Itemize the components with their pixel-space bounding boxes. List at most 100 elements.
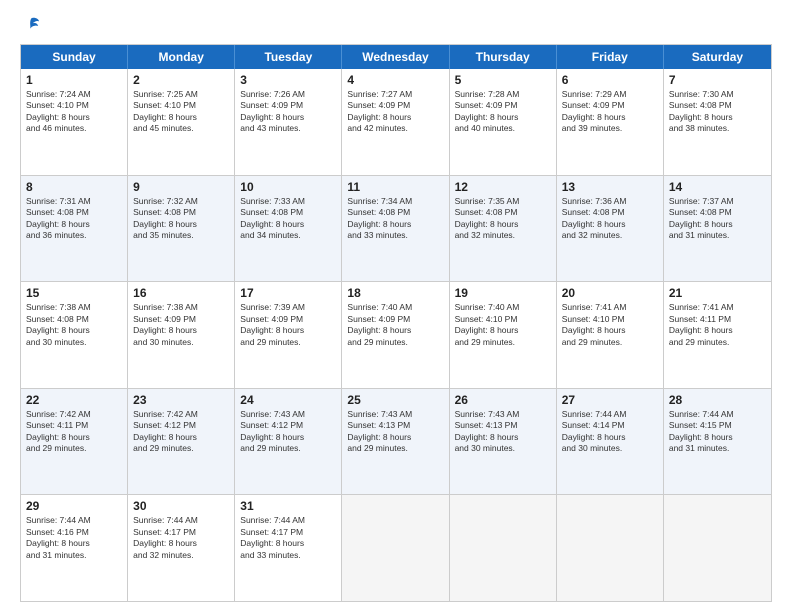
cell-info: Sunrise: 7:36 AMSunset: 4:08 PMDaylight:…: [562, 196, 658, 242]
day-number: 1: [26, 73, 122, 87]
day-number: 17: [240, 286, 336, 300]
calendar-row-1: 1 Sunrise: 7:24 AMSunset: 4:10 PMDaylight…: [21, 69, 771, 176]
day-number: 27: [562, 393, 658, 407]
calendar-cell: 10Sunrise: 7:33 AMSunset: 4:08 PMDayligh…: [235, 176, 342, 282]
header: [20, 16, 772, 34]
day-number: 21: [669, 286, 766, 300]
header-day-saturday: Saturday: [664, 45, 771, 69]
day-number: 22: [26, 393, 122, 407]
cell-info: Sunrise: 7:42 AMSunset: 4:11 PMDaylight:…: [26, 409, 122, 455]
cell-info: Sunrise: 7:37 AMSunset: 4:08 PMDaylight:…: [669, 196, 766, 242]
day-number: 25: [347, 393, 443, 407]
cell-info: Sunrise: 7:44 AMSunset: 4:17 PMDaylight:…: [133, 515, 229, 561]
day-number: 14: [669, 180, 766, 194]
calendar-cell: [664, 495, 771, 601]
day-number: 12: [455, 180, 551, 194]
day-number: 7: [669, 73, 766, 87]
cell-info: Sunrise: 7:27 AMSunset: 4:09 PMDaylight:…: [347, 89, 443, 135]
cell-info: Sunrise: 7:28 AMSunset: 4:09 PMDaylight:…: [455, 89, 551, 135]
calendar-row-3: 15 Sunrise: 7:38 AMSunset: 4:08 PMDayligh…: [21, 282, 771, 389]
calendar-cell: 6 Sunrise: 7:29 AMSunset: 4:09 PMDaylight…: [557, 69, 664, 175]
cell-info: Sunrise: 7:42 AMSunset: 4:12 PMDaylight:…: [133, 409, 229, 455]
calendar-cell: 20 Sunrise: 7:41 AMSunset: 4:10 PMDayligh…: [557, 282, 664, 388]
calendar-cell: 1 Sunrise: 7:24 AMSunset: 4:10 PMDaylight…: [21, 69, 128, 175]
calendar-cell: 15 Sunrise: 7:38 AMSunset: 4:08 PMDayligh…: [21, 282, 128, 388]
cell-info: Sunrise: 7:32 AMSunset: 4:08 PMDaylight:…: [133, 196, 229, 242]
calendar-cell: 12 Sunrise: 7:35 AMSunset: 4:08 PMDayligh…: [450, 176, 557, 282]
day-number: 26: [455, 393, 551, 407]
cell-info: Sunrise: 7:39 AMSunset: 4:09 PMDaylight:…: [240, 302, 336, 348]
calendar-cell: [342, 495, 449, 601]
day-number: 31: [240, 499, 336, 513]
calendar-cell: 17 Sunrise: 7:39 AMSunset: 4:09 PMDayligh…: [235, 282, 342, 388]
day-number: 11: [347, 180, 443, 194]
header-day-tuesday: Tuesday: [235, 45, 342, 69]
logo: [20, 16, 40, 34]
calendar-body: 1 Sunrise: 7:24 AMSunset: 4:10 PMDaylight…: [21, 69, 771, 601]
day-number: 28: [669, 393, 766, 407]
calendar-cell: 22 Sunrise: 7:42 AMSunset: 4:11 PMDayligh…: [21, 389, 128, 495]
calendar: SundayMondayTuesdayWednesdayThursdayFrid…: [20, 44, 772, 602]
calendar-cell: 26 Sunrise: 7:43 AMSunset: 4:13 PMDayligh…: [450, 389, 557, 495]
day-number: 19: [455, 286, 551, 300]
day-number: 8: [26, 180, 122, 194]
calendar-cell: 31 Sunrise: 7:44 AMSunset: 4:17 PMDayligh…: [235, 495, 342, 601]
day-number: 30: [133, 499, 229, 513]
cell-info: Sunrise: 7:44 AMSunset: 4:17 PMDaylight:…: [240, 515, 336, 561]
day-number: 24: [240, 393, 336, 407]
calendar-cell: 16 Sunrise: 7:38 AMSunset: 4:09 PMDayligh…: [128, 282, 235, 388]
header-day-thursday: Thursday: [450, 45, 557, 69]
calendar-cell: 21 Sunrise: 7:41 AMSunset: 4:11 PMDayligh…: [664, 282, 771, 388]
calendar-cell: 14 Sunrise: 7:37 AMSunset: 4:08 PMDayligh…: [664, 176, 771, 282]
day-number: 10: [240, 180, 336, 194]
day-number: 2: [133, 73, 229, 87]
cell-info: Sunrise: 7:44 AMSunset: 4:14 PMDaylight:…: [562, 409, 658, 455]
page: SundayMondayTuesdayWednesdayThursdayFrid…: [0, 0, 792, 612]
cell-info: Sunrise: 7:41 AMSunset: 4:11 PMDaylight:…: [669, 302, 766, 348]
day-number: 4: [347, 73, 443, 87]
calendar-row-2: 8Sunrise: 7:31 AMSunset: 4:08 PMDaylight…: [21, 176, 771, 283]
cell-info: Sunrise: 7:38 AMSunset: 4:09 PMDaylight:…: [133, 302, 229, 348]
day-number: 16: [133, 286, 229, 300]
day-number: 15: [26, 286, 122, 300]
calendar-cell: 27 Sunrise: 7:44 AMSunset: 4:14 PMDayligh…: [557, 389, 664, 495]
cell-info: Sunrise: 7:40 AMSunset: 4:09 PMDaylight:…: [347, 302, 443, 348]
cell-info: Sunrise: 7:35 AMSunset: 4:08 PMDaylight:…: [455, 196, 551, 242]
calendar-cell: 23 Sunrise: 7:42 AMSunset: 4:12 PMDayligh…: [128, 389, 235, 495]
header-day-sunday: Sunday: [21, 45, 128, 69]
cell-info: Sunrise: 7:34 AMSunset: 4:08 PMDaylight:…: [347, 196, 443, 242]
day-number: 9: [133, 180, 229, 194]
calendar-cell: 13 Sunrise: 7:36 AMSunset: 4:08 PMDayligh…: [557, 176, 664, 282]
calendar-cell: [450, 495, 557, 601]
cell-info: Sunrise: 7:26 AMSunset: 4:09 PMDaylight:…: [240, 89, 336, 135]
calendar-cell: 2Sunrise: 7:25 AMSunset: 4:10 PMDaylight…: [128, 69, 235, 175]
calendar-cell: 24 Sunrise: 7:43 AMSunset: 4:12 PMDayligh…: [235, 389, 342, 495]
calendar-cell: 29Sunrise: 7:44 AMSunset: 4:16 PMDayligh…: [21, 495, 128, 601]
day-number: 18: [347, 286, 443, 300]
cell-info: Sunrise: 7:24 AMSunset: 4:10 PMDaylight:…: [26, 89, 122, 135]
header-day-friday: Friday: [557, 45, 664, 69]
day-number: 5: [455, 73, 551, 87]
calendar-cell: 8Sunrise: 7:31 AMSunset: 4:08 PMDaylight…: [21, 176, 128, 282]
calendar-cell: 30 Sunrise: 7:44 AMSunset: 4:17 PMDayligh…: [128, 495, 235, 601]
calendar-row-5: 29Sunrise: 7:44 AMSunset: 4:16 PMDayligh…: [21, 495, 771, 601]
cell-info: Sunrise: 7:41 AMSunset: 4:10 PMDaylight:…: [562, 302, 658, 348]
cell-info: Sunrise: 7:43 AMSunset: 4:12 PMDaylight:…: [240, 409, 336, 455]
cell-info: Sunrise: 7:29 AMSunset: 4:09 PMDaylight:…: [562, 89, 658, 135]
day-number: 20: [562, 286, 658, 300]
calendar-cell: 25Sunrise: 7:43 AMSunset: 4:13 PMDayligh…: [342, 389, 449, 495]
cell-info: Sunrise: 7:38 AMSunset: 4:08 PMDaylight:…: [26, 302, 122, 348]
calendar-cell: 11 Sunrise: 7:34 AMSunset: 4:08 PMDayligh…: [342, 176, 449, 282]
calendar-cell: [557, 495, 664, 601]
day-number: 13: [562, 180, 658, 194]
day-number: 3: [240, 73, 336, 87]
calendar-cell: 7Sunrise: 7:30 AMSunset: 4:08 PMDaylight…: [664, 69, 771, 175]
day-number: 23: [133, 393, 229, 407]
calendar-cell: 3 Sunrise: 7:26 AMSunset: 4:09 PMDaylight…: [235, 69, 342, 175]
calendar-cell: 19 Sunrise: 7:40 AMSunset: 4:10 PMDayligh…: [450, 282, 557, 388]
cell-info: Sunrise: 7:43 AMSunset: 4:13 PMDaylight:…: [455, 409, 551, 455]
cell-info: Sunrise: 7:40 AMSunset: 4:10 PMDaylight:…: [455, 302, 551, 348]
cell-info: Sunrise: 7:44 AMSunset: 4:15 PMDaylight:…: [669, 409, 766, 455]
header-day-monday: Monday: [128, 45, 235, 69]
day-number: 6: [562, 73, 658, 87]
